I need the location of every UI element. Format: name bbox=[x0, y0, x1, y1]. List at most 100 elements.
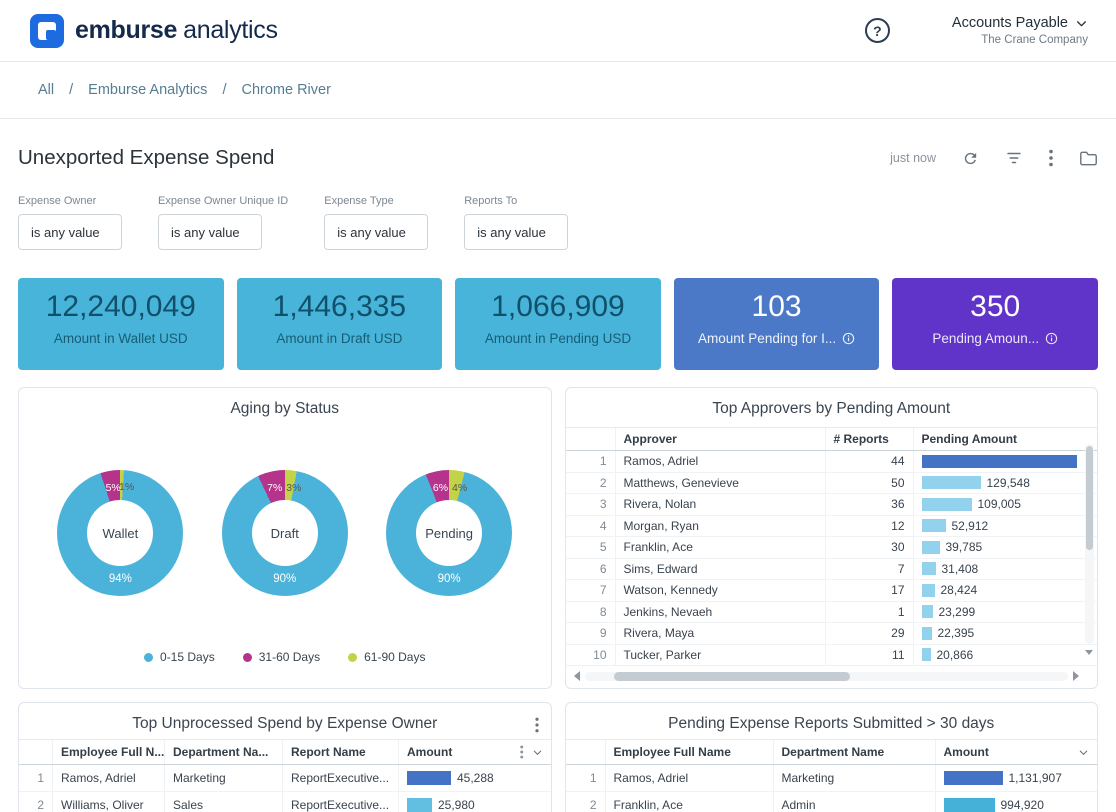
breadcrumb-item[interactable]: Chrome River bbox=[241, 82, 330, 98]
emburse-logo[interactable]: emburseanalytics bbox=[30, 14, 278, 48]
company-name: The Crane Company bbox=[981, 34, 1088, 46]
kpi-label: Amount Pending for I... bbox=[674, 331, 880, 346]
kpi-card[interactable]: 103 Amount Pending for I... bbox=[674, 278, 880, 370]
table-cell: Admin bbox=[774, 792, 936, 812]
filter-value-select[interactable]: is any value bbox=[158, 214, 262, 250]
approver-name: Tucker, Parker bbox=[616, 645, 826, 666]
donut-center-label: Wallet bbox=[87, 500, 153, 566]
legend-item[interactable]: 61-90 Days bbox=[348, 650, 425, 664]
amount-value: 39,785 bbox=[946, 540, 983, 554]
table-row[interactable]: 1Ramos, AdrielMarketingReportExecutive..… bbox=[19, 765, 551, 792]
legend-dot bbox=[348, 653, 357, 662]
column-header-department-name[interactable]: Department Name bbox=[774, 740, 936, 764]
column-header-amount[interactable]: Amount bbox=[399, 740, 551, 764]
vertical-scrollbar-thumb[interactable] bbox=[1086, 446, 1093, 550]
info-icon[interactable] bbox=[842, 332, 855, 345]
scroll-right-arrow-icon[interactable] bbox=[1073, 671, 1079, 681]
column-header-index bbox=[566, 740, 606, 764]
table-row[interactable]: 1Ramos, Adriel44 bbox=[566, 451, 1098, 473]
column-header-employee-full-n-[interactable]: Employee Full N... bbox=[53, 740, 165, 764]
scroll-down-arrow-icon[interactable] bbox=[1085, 650, 1093, 655]
column-sort-chevron-icon[interactable] bbox=[532, 747, 543, 758]
kpi-card[interactable]: 1,446,335Amount in Draft USD bbox=[237, 278, 443, 370]
column-header-employee-full-name[interactable]: Employee Full Name bbox=[606, 740, 774, 764]
column-header-approver[interactable]: Approver bbox=[616, 428, 826, 450]
breadcrumb-item[interactable]: Emburse Analytics bbox=[88, 82, 207, 98]
kpi-label: Amount in Pending USD bbox=[455, 331, 661, 346]
pending-amount-cell bbox=[914, 451, 1098, 472]
table-row[interactable]: 2Matthews, Genevieve50129,548 bbox=[566, 473, 1098, 495]
column-header-reports[interactable]: # Reports bbox=[826, 428, 914, 450]
refresh-icon[interactable] bbox=[962, 150, 979, 167]
kpi-card[interactable]: 12,240,049Amount in Wallet USD bbox=[18, 278, 224, 370]
column-header-department-na-[interactable]: Department Na... bbox=[165, 740, 283, 764]
filters-row: Expense Owneris any valueExpense Owner U… bbox=[18, 195, 1098, 250]
column-header-label: Department Na... bbox=[173, 745, 268, 759]
pending-over-30-panel: Pending Expense Reports Submitted > 30 d… bbox=[565, 702, 1099, 812]
pending30-panel-title: Pending Expense Reports Submitted > 30 d… bbox=[566, 703, 1098, 733]
scroll-left-arrow-icon[interactable] bbox=[574, 671, 580, 681]
table-row[interactable]: 7Watson, Kennedy1728,424 bbox=[566, 580, 1098, 602]
pending-amount-cell: 31,408 bbox=[914, 559, 1098, 580]
vertical-scrollbar[interactable] bbox=[1085, 444, 1094, 644]
table-row[interactable]: 4Morgan, Ryan1252,912 bbox=[566, 516, 1098, 538]
info-icon[interactable] bbox=[1045, 332, 1058, 345]
donut-chart-pending[interactable]: Pending6%4%90% bbox=[386, 470, 512, 596]
help-icon[interactable]: ? bbox=[865, 18, 890, 43]
donut-ring[interactable]: Draft7%3%90% bbox=[222, 470, 348, 596]
folder-icon[interactable] bbox=[1079, 150, 1098, 167]
horizontal-scrollbar-thumb[interactable] bbox=[614, 672, 851, 681]
slice-percent-label: 6% bbox=[433, 482, 448, 494]
donut-chart-wallet[interactable]: Wallet5%1%94% bbox=[57, 470, 183, 596]
row-index: 3 bbox=[566, 494, 616, 515]
column-header-report-name[interactable]: Report Name bbox=[283, 740, 399, 764]
column-header-amount[interactable]: Amount bbox=[936, 740, 1098, 764]
account-switcher[interactable]: Accounts Payable The Crane Company bbox=[952, 15, 1088, 46]
filter-label: Expense Owner bbox=[18, 195, 122, 207]
filter-value-select[interactable]: is any value bbox=[464, 214, 568, 250]
report-count: 11 bbox=[826, 645, 914, 666]
donut-ring[interactable]: Pending6%4%90% bbox=[386, 470, 512, 596]
kpi-card[interactable]: 350Pending Amoun... bbox=[892, 278, 1098, 370]
table-row[interactable]: 5Franklin, Ace3039,785 bbox=[566, 537, 1098, 559]
kpi-card[interactable]: 1,066,909Amount in Pending USD bbox=[455, 278, 661, 370]
donut-ring[interactable]: Wallet5%1%94% bbox=[57, 470, 183, 596]
row-index: 9 bbox=[566, 623, 616, 644]
table-row[interactable]: 2Franklin, AceAdmin994,920 bbox=[566, 792, 1098, 812]
panel-kebab-menu-icon[interactable] bbox=[535, 717, 539, 733]
kpi-value: 103 bbox=[674, 290, 880, 324]
table-row[interactable]: 10Tucker, Parker1120,866 bbox=[566, 645, 1098, 667]
legend-item[interactable]: 31-60 Days bbox=[243, 650, 320, 664]
kebab-menu-icon[interactable] bbox=[1049, 149, 1053, 167]
pending-amount-cell: 109,005 bbox=[914, 494, 1098, 515]
filter-value-select[interactable]: is any value bbox=[324, 214, 428, 250]
slice-percent-label: 90% bbox=[273, 573, 296, 585]
horizontal-scrollbar[interactable] bbox=[574, 671, 1080, 681]
account-name-row[interactable]: Accounts Payable bbox=[952, 15, 1088, 31]
table-row[interactable]: 8Jenkins, Nevaeh123,299 bbox=[566, 602, 1098, 624]
filter-icon[interactable] bbox=[1005, 149, 1023, 167]
horizontal-scrollbar-track[interactable] bbox=[585, 672, 1069, 681]
table-row[interactable]: 6Sims, Edward731,408 bbox=[566, 559, 1098, 581]
column-sort-chevron-icon[interactable] bbox=[1078, 747, 1089, 758]
filter-value-select[interactable]: is any value bbox=[18, 214, 122, 250]
breadcrumb-item[interactable]: All bbox=[38, 82, 54, 98]
table-row[interactable]: 3Rivera, Nolan36109,005 bbox=[566, 494, 1098, 516]
aging-legend: 0-15 Days 31-60 Days 61-90 Days bbox=[19, 650, 551, 664]
column-header-label: Employee Full N... bbox=[61, 745, 164, 759]
donut-chart-draft[interactable]: Draft7%3%90% bbox=[222, 470, 348, 596]
amount-value: 1,131,907 bbox=[1009, 771, 1062, 785]
table-row[interactable]: 1Ramos, AdrielMarketing1,131,907 bbox=[566, 765, 1098, 792]
report-count: 12 bbox=[826, 516, 914, 537]
kpi-label: Pending Amoun... bbox=[892, 331, 1098, 346]
approvers-header: Approver# ReportsPending Amount bbox=[566, 427, 1098, 451]
report-count: 17 bbox=[826, 580, 914, 601]
legend-item[interactable]: 0-15 Days bbox=[144, 650, 215, 664]
table-row[interactable]: 2Williams, OliverSalesReportExecutive...… bbox=[19, 792, 551, 812]
dashboard-content: Unexported Expense Spend just now Expens… bbox=[0, 119, 1116, 812]
unprocessed-table: Employee Full N... Department Na... Report… bbox=[19, 739, 551, 812]
table-row[interactable]: 9Rivera, Maya2922,395 bbox=[566, 623, 1098, 645]
column-kebab-icon[interactable] bbox=[520, 745, 524, 759]
amount-bar bbox=[922, 476, 981, 489]
column-header-pending-amount[interactable]: Pending Amount bbox=[914, 428, 1098, 450]
